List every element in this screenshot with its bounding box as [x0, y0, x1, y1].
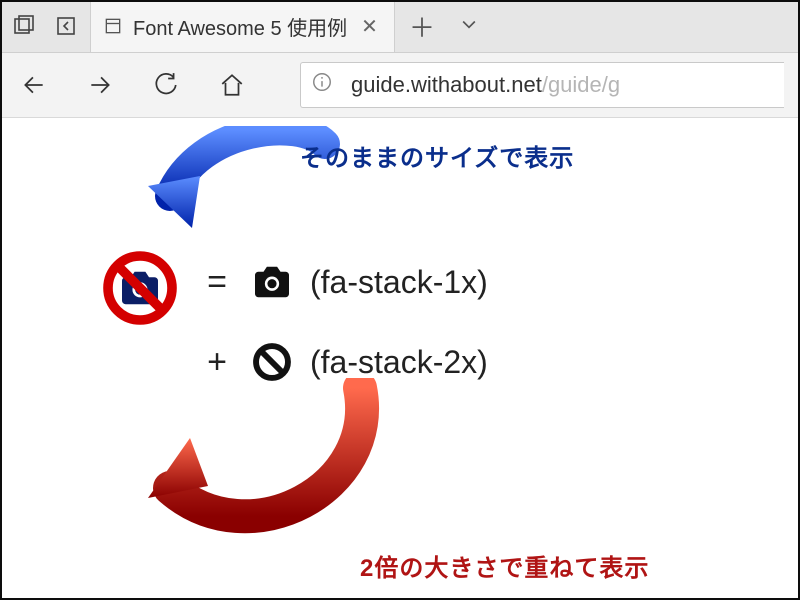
browser-tab[interactable]: Font Awesome 5 使用例 ✕: [91, 0, 395, 52]
titlebar-left-controls: [0, 0, 91, 52]
stacked-icon-demo: [100, 248, 180, 328]
site-info-icon[interactable]: [311, 71, 333, 99]
page-icon: [103, 16, 123, 36]
url-path: /guide/g: [542, 72, 620, 98]
line2-label: (fa-stack-2x): [310, 344, 488, 381]
camera-icon: [248, 258, 296, 306]
page-content: そのままのサイズで表示 = (fa-stack-1x): [0, 118, 800, 600]
address-bar[interactable]: guide.withabout.net/guide/g: [300, 62, 784, 108]
refresh-button[interactable]: [148, 67, 184, 103]
home-button[interactable]: [214, 67, 250, 103]
window-titlebar: Font Awesome 5 使用例 ✕ ＋: [0, 0, 800, 53]
tab-dropdown-icon[interactable]: [459, 14, 479, 39]
equals-operator: =: [200, 263, 234, 302]
arrow-bottom: [130, 378, 390, 573]
url-host: guide.withabout.net: [351, 72, 542, 98]
back-button[interactable]: [16, 67, 52, 103]
equation-line-1: = (fa-stack-1x): [200, 258, 488, 306]
tab-actions: ＋: [395, 0, 493, 52]
browser-toolbar: guide.withabout.net/guide/g: [0, 53, 800, 118]
annotation-top: そのままのサイズで表示: [300, 138, 574, 173]
show-aside-tabs-icon[interactable]: [52, 12, 80, 40]
set-aside-tabs-icon[interactable]: [10, 12, 38, 40]
close-icon[interactable]: ✕: [357, 14, 382, 39]
ban-icon: [100, 248, 180, 328]
forward-button[interactable]: [82, 67, 118, 103]
tab-title: Font Awesome 5 使用例: [133, 12, 347, 41]
annotation-bottom: 2倍の大きさで重ねて表示: [360, 548, 649, 583]
plus-operator: +: [200, 343, 234, 382]
new-tab-icon[interactable]: ＋: [409, 8, 435, 45]
line1-label: (fa-stack-1x): [310, 264, 488, 301]
